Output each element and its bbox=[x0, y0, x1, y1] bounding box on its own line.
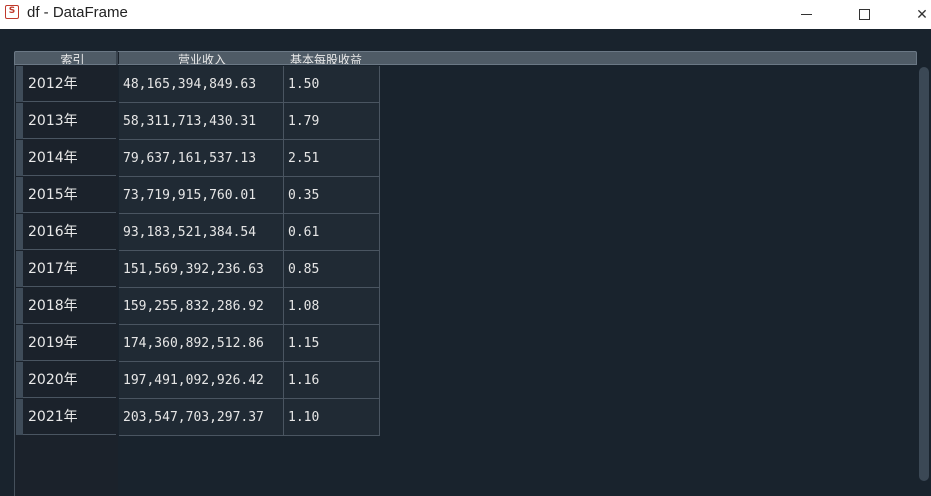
cell-eps[interactable]: 1.15 bbox=[284, 325, 380, 362]
index-row[interactable]: 2017年 bbox=[16, 251, 116, 287]
cell-revenue[interactable]: 203,547,703,297.37 bbox=[119, 399, 284, 436]
vertical-scrollbar[interactable] bbox=[917, 65, 931, 496]
index-label: 2017年 bbox=[28, 261, 78, 277]
row-marker bbox=[16, 362, 23, 398]
minimize-icon bbox=[800, 14, 812, 15]
row-marker bbox=[16, 66, 23, 102]
cell-eps[interactable]: 2.51 bbox=[284, 140, 380, 177]
index-row[interactable]: 2018年 bbox=[16, 288, 116, 324]
index-label: 2016年 bbox=[28, 224, 78, 240]
cell-eps[interactable]: 1.16 bbox=[284, 362, 380, 399]
header-index[interactable]: 索引 bbox=[28, 52, 117, 64]
index-row[interactable]: 2019年 bbox=[16, 325, 116, 361]
cell-eps[interactable]: 0.61 bbox=[284, 214, 380, 251]
close-icon: ✕ bbox=[916, 6, 928, 23]
cell-revenue[interactable]: 151,569,392,236.63 bbox=[119, 251, 284, 288]
index-label: 2013年 bbox=[28, 113, 78, 129]
cell-revenue[interactable]: 174,360,892,512.86 bbox=[119, 325, 284, 362]
close-button[interactable]: ✕ bbox=[899, 0, 931, 29]
cell-eps[interactable]: 1.10 bbox=[284, 399, 380, 436]
row-marker bbox=[16, 288, 23, 324]
header-revenue[interactable]: 营业收入 bbox=[119, 52, 285, 64]
index-row[interactable]: 2016年 bbox=[16, 214, 116, 250]
index-row[interactable]: 2020年 bbox=[16, 362, 116, 398]
window-title: df - DataFrame bbox=[27, 4, 128, 21]
maximize-icon bbox=[858, 9, 870, 20]
index-row[interactable]: 2021年 bbox=[16, 399, 116, 435]
index-label: 2012年 bbox=[28, 76, 78, 92]
scrollbar-thumb[interactable] bbox=[919, 67, 929, 481]
index-label: 2019年 bbox=[28, 335, 78, 351]
cell-eps[interactable]: 0.85 bbox=[284, 251, 380, 288]
cell-eps[interactable]: 1.79 bbox=[284, 103, 380, 140]
cell-revenue[interactable]: 159,255,832,286.92 bbox=[119, 288, 284, 325]
index-label: 2014年 bbox=[28, 150, 78, 166]
row-marker bbox=[16, 103, 23, 139]
index-label: 2018年 bbox=[28, 298, 78, 314]
row-marker bbox=[16, 214, 23, 250]
cell-revenue[interactable]: 58,311,713,430.31 bbox=[119, 103, 284, 140]
maximize-button[interactable] bbox=[841, 0, 887, 29]
index-label: 2021年 bbox=[28, 409, 78, 425]
cell-eps[interactable]: 0.35 bbox=[284, 177, 380, 214]
row-marker bbox=[16, 325, 23, 361]
cell-eps[interactable]: 1.08 bbox=[284, 288, 380, 325]
cell-revenue[interactable]: 197,491,092,926.42 bbox=[119, 362, 284, 399]
column-header-row: 索引 营业收入 基本每股收益 bbox=[14, 51, 917, 65]
index-column: 2012年 2013年 2014年 2015年 2016年 2017年 2018年 2019年… bbox=[14, 65, 118, 496]
cell-revenue[interactable]: 79,637,161,537.13 bbox=[119, 140, 284, 177]
row-marker bbox=[16, 140, 23, 176]
title-bar: S df - DataFrame ✕ bbox=[0, 0, 931, 29]
index-row[interactable]: 2015年 bbox=[16, 177, 116, 213]
index-label: 2020年 bbox=[28, 372, 78, 388]
header-eps[interactable]: 基本每股收益 bbox=[290, 52, 380, 64]
cell-revenue[interactable]: 93,183,521,384.54 bbox=[119, 214, 284, 251]
row-marker bbox=[16, 251, 23, 287]
minimize-button[interactable] bbox=[783, 0, 829, 29]
index-row[interactable]: 2014年 bbox=[16, 140, 116, 176]
row-marker bbox=[16, 399, 23, 435]
cell-revenue[interactable]: 48,165,394,849.63 bbox=[119, 66, 284, 103]
index-label: 2015年 bbox=[28, 187, 78, 203]
cell-eps[interactable]: 1.50 bbox=[284, 66, 380, 103]
index-row[interactable]: 2012年 bbox=[16, 66, 116, 102]
app-icon: S bbox=[5, 5, 19, 19]
cell-revenue[interactable]: 73,719,915,760.01 bbox=[119, 177, 284, 214]
index-row[interactable]: 2013年 bbox=[16, 103, 116, 139]
row-marker bbox=[16, 177, 23, 213]
